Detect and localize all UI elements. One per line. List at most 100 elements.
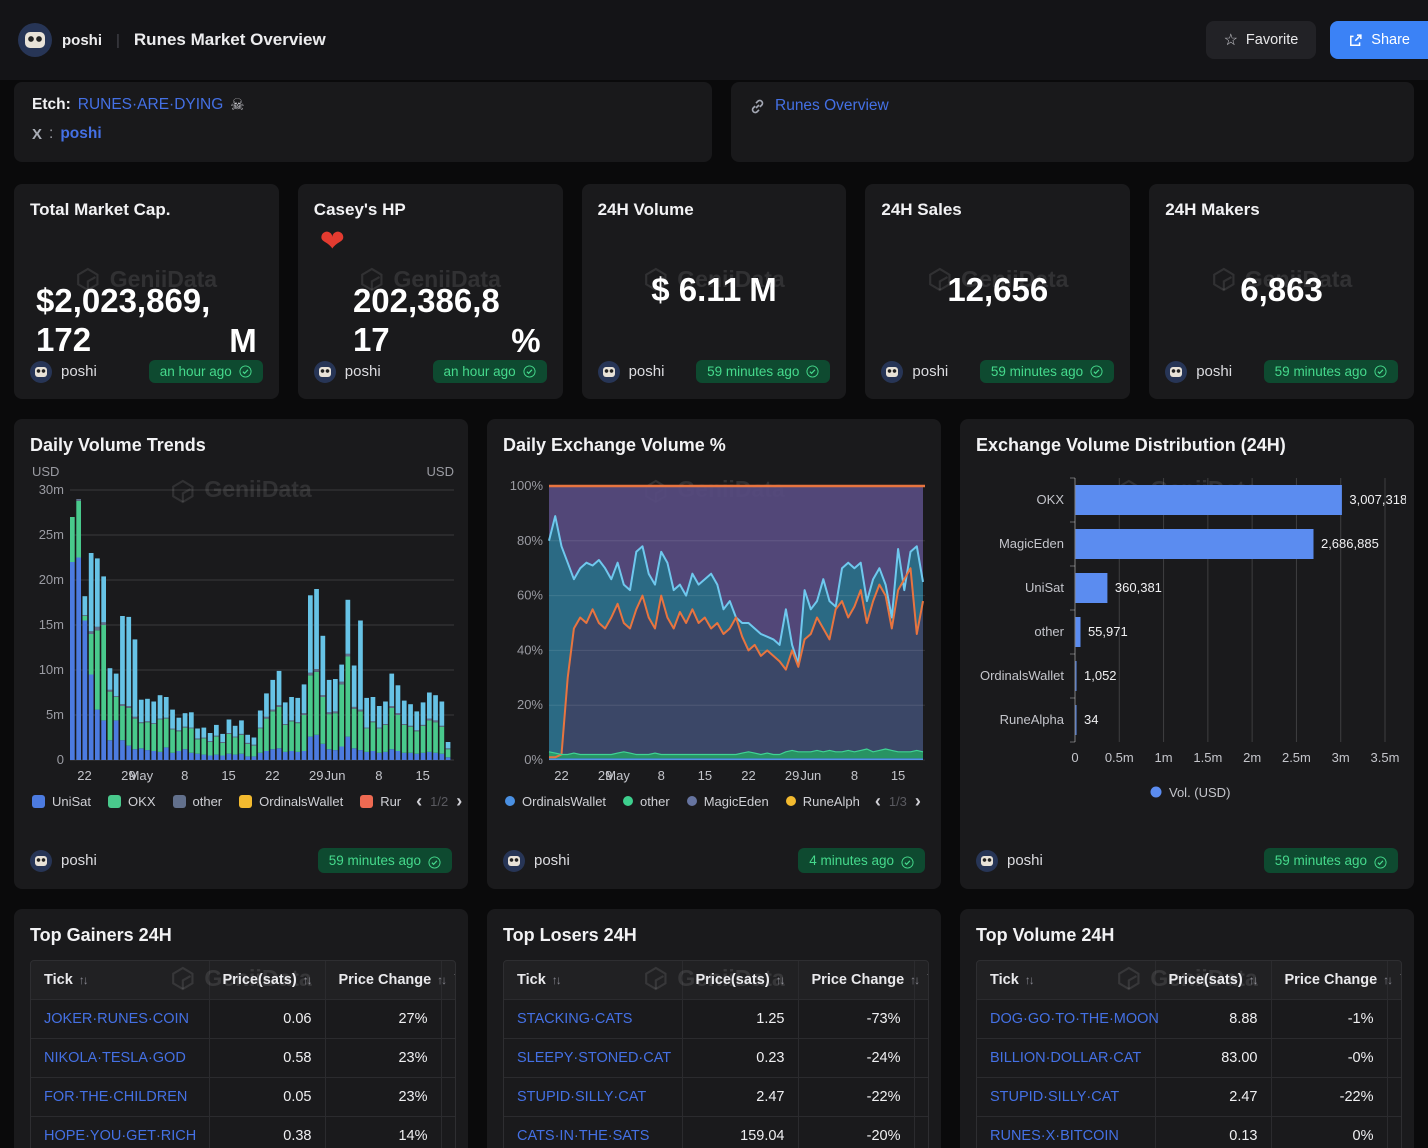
svg-text:3,007,318: 3,007,318	[1349, 492, 1406, 507]
tick-link[interactable]: DOG·GO·TO·THE·MOON	[990, 1011, 1159, 1027]
column-label: Price Change	[812, 972, 905, 988]
tick-link[interactable]: FOR·THE·CHILDREN	[44, 1089, 187, 1105]
legend-item-other[interactable]: other	[173, 794, 223, 809]
column-label: Tick	[990, 972, 1019, 988]
volume-cell	[1387, 1000, 1402, 1039]
chart-legend: OrdinalsWalletotherMagicEdenRuneAlph‹1/3…	[505, 792, 925, 810]
sort-icon[interactable]: ↑↓	[79, 973, 87, 987]
legend-swatch	[173, 795, 186, 808]
x-profile-link[interactable]: poshi	[60, 125, 101, 143]
column-label: Price Change	[1285, 972, 1378, 988]
price-sats: 83.00	[1155, 1039, 1271, 1078]
svg-text:Jun: Jun	[800, 768, 821, 783]
price-sats: 0.23	[682, 1039, 798, 1078]
stat-title: 24H Volume	[598, 200, 831, 220]
favorite-button[interactable]: ☆ Favorite	[1206, 21, 1317, 59]
tick-link[interactable]: HOPE·YOU·GET·RICH	[44, 1128, 196, 1144]
stat-unit: M	[749, 271, 777, 309]
share-button[interactable]: Share	[1330, 21, 1428, 59]
legend-item-unisat[interactable]: UniSat	[32, 794, 91, 809]
exchange-volume-distribution-chart[interactable]: 00.5m1m1.5m2m2.5m3m3.5mOKX3,007,318Magic…	[976, 460, 1406, 816]
tick-link[interactable]: SLEEPY·STONED·CAT	[517, 1050, 671, 1066]
sort-icon[interactable]: ↑↓	[552, 973, 560, 987]
sort-icon[interactable]: ↑↓	[1249, 973, 1257, 987]
column-header-tick[interactable]: Tick ↑↓	[977, 961, 1155, 1000]
check-circle-icon	[239, 365, 252, 378]
column-label: Volume	[455, 972, 457, 988]
author-avatar	[30, 850, 52, 872]
legend-label: OrdinalsWallet	[259, 794, 343, 809]
legend-swatch	[360, 795, 373, 808]
external-link-icon	[1348, 33, 1363, 48]
tick-link[interactable]: NIKOLA·TESLA·GOD	[44, 1050, 186, 1066]
etch-rune-link[interactable]: RUNES·ARE·DYING	[78, 96, 224, 114]
tick-link[interactable]: STACKING·CATS	[517, 1011, 632, 1027]
legend-item-okx[interactable]: OKX	[108, 794, 155, 809]
legend-item-ordinalswallet[interactable]: OrdinalsWallet	[239, 794, 343, 809]
runes-overview-link[interactable]: Runes Overview	[775, 97, 889, 115]
svg-text:22: 22	[77, 768, 91, 783]
svg-text:0.5m: 0.5m	[1105, 750, 1134, 765]
tick-link[interactable]: CATS·IN·THE·SATS	[517, 1128, 649, 1144]
svg-text:5m: 5m	[46, 707, 64, 722]
sort-icon[interactable]: ↑↓	[303, 973, 311, 987]
legend-page: 1/2	[430, 794, 448, 809]
legend-prev-icon[interactable]: ‹	[875, 792, 881, 810]
legend-prev-icon[interactable]: ‹	[416, 792, 422, 810]
tick-link[interactable]: BILLION·DOLLAR·CAT	[990, 1050, 1141, 1066]
legend-item-runealph[interactable]: RuneAlph	[786, 794, 860, 809]
volume-cell	[1387, 1078, 1402, 1117]
column-header-price-change[interactable]: Price Change↑↓	[798, 961, 914, 1000]
column-label: Volume	[928, 972, 930, 988]
tick-link[interactable]: STUPID·SILLY·CAT	[517, 1089, 646, 1105]
column-header-price-sats-[interactable]: Price(sats)↑↓	[209, 961, 325, 1000]
top-bar: poshi | Runes Market Overview ☆ Favorite…	[0, 0, 1428, 80]
column-header-price-sats-[interactable]: Price(sats)↑↓	[1155, 961, 1271, 1000]
top-volume-card: Top Volume 24H GeniiData Tick↑↓Price(sat…	[960, 909, 1414, 1148]
legend-next-icon[interactable]: ›	[915, 792, 921, 810]
author-name: poshi	[61, 852, 97, 869]
svg-text:360,381: 360,381	[1115, 580, 1162, 595]
sort-icon[interactable]: ↑↓	[1025, 973, 1033, 987]
legend-item-magiceden[interactable]: MagicEden	[687, 794, 769, 809]
legend-swatch	[108, 795, 121, 808]
x-colon: :	[49, 125, 53, 143]
sort-icon[interactable]: ↑↓	[1383, 973, 1391, 987]
daily-exchange-volume-chart[interactable]: 0%20%40%60%80%100%2229May8152229Jun815	[503, 460, 929, 790]
svg-text:20%: 20%	[517, 697, 543, 712]
column-header-price-change[interactable]: Price Change↑↓	[325, 961, 441, 1000]
legend-item-ordinalswallet[interactable]: OrdinalsWallet	[505, 794, 606, 809]
price-change: -20%	[798, 1117, 914, 1148]
svg-text:3.5m: 3.5m	[1371, 750, 1400, 765]
sort-icon[interactable]: ↑↓	[910, 973, 918, 987]
svg-text:other: other	[1034, 624, 1064, 639]
table-row: FOR·THE·CHILDREN 0.0523%	[31, 1078, 456, 1117]
price-sats: 0.13	[1155, 1117, 1271, 1148]
updated-badge: 59 minutes ago	[1264, 848, 1398, 873]
column-header-tick[interactable]: Tick↑↓	[504, 961, 682, 1000]
column-header-tick[interactable]: Tick↑↓	[31, 961, 209, 1000]
stat-card-24h-sales: 24H Sales GeniiData 12,656 poshi 59 minu…	[865, 184, 1130, 399]
legend-label: OKX	[128, 794, 155, 809]
legend-label: UniSat	[52, 794, 91, 809]
title-divider: |	[116, 32, 120, 49]
tick-link[interactable]: JOKER·RUNES·COIN	[44, 1011, 189, 1027]
updated-badge: an hour ago	[433, 360, 547, 383]
column-header-price-sats-[interactable]: Price(sats)↑↓	[682, 961, 798, 1000]
favorite-label: Favorite	[1246, 32, 1298, 48]
daily-volume-trends-chart[interactable]: USDUSD05m10m15m20m25m30m2229May8152229Ju…	[30, 460, 456, 790]
tick-link[interactable]: RUNES·X·BITCOIN	[990, 1128, 1119, 1144]
svg-text:1,052: 1,052	[1084, 668, 1117, 683]
legend-next-icon[interactable]: ›	[456, 792, 462, 810]
sort-icon[interactable]: ↑↓	[776, 973, 784, 987]
top-losers-card: Top Losers 24H GeniiData Tick↑↓Price(sat…	[487, 909, 941, 1148]
sort-icon[interactable]: ↑↓	[437, 973, 445, 987]
stat-title: Casey's HP	[314, 200, 547, 220]
column-header-price-change[interactable]: Price Change↑↓	[1271, 961, 1387, 1000]
price-sats: 0.05	[209, 1078, 325, 1117]
check-circle-icon	[523, 365, 536, 378]
tick-link[interactable]: STUPID·SILLY·CAT	[990, 1089, 1119, 1105]
price-change: 23%	[325, 1078, 441, 1117]
legend-item-rur[interactable]: Rur	[360, 794, 401, 809]
legend-item-other[interactable]: other	[623, 794, 670, 809]
